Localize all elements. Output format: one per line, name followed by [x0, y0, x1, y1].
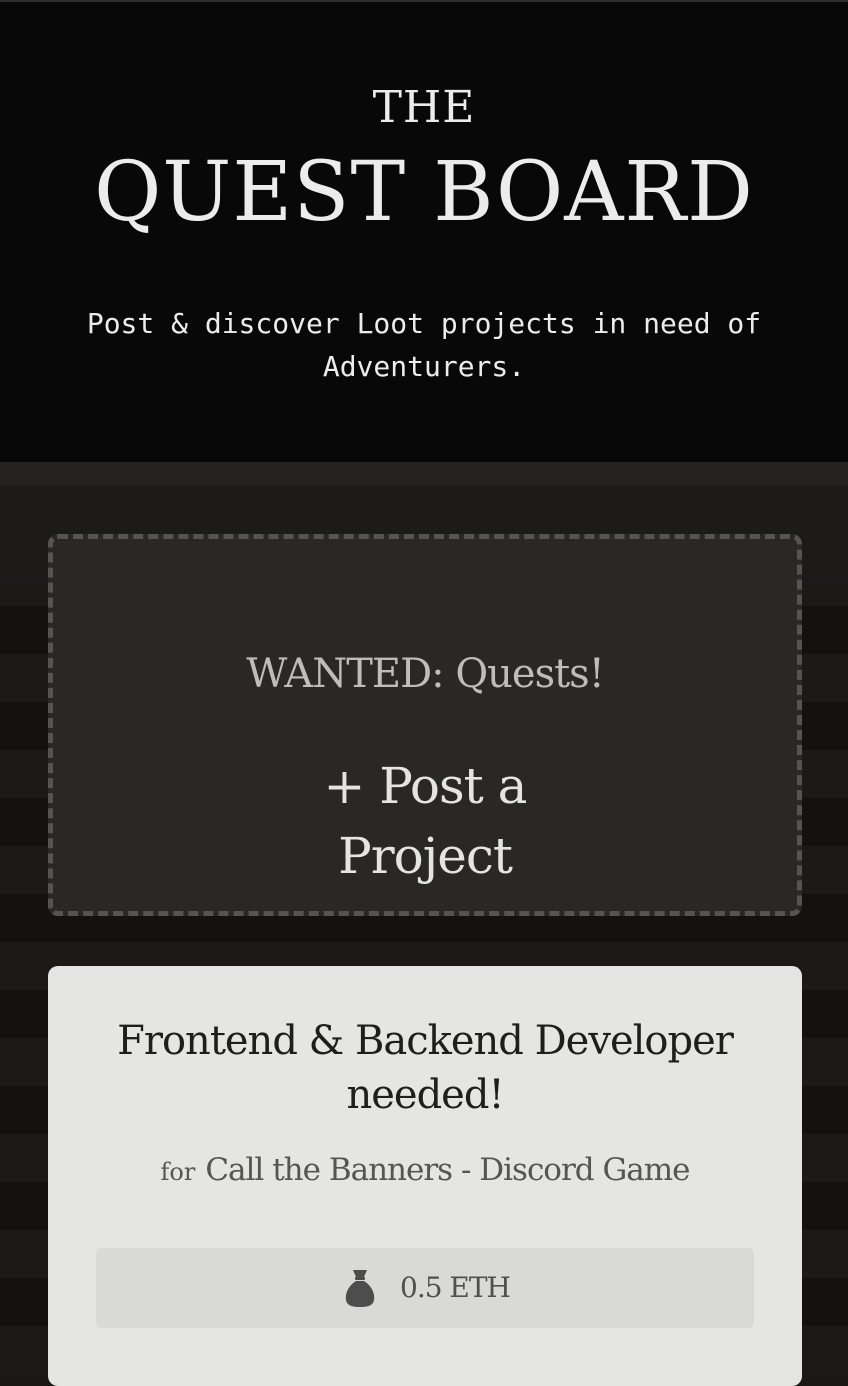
for-label: for [160, 1158, 196, 1186]
site-tagline: Post & discover Loot projects in need of… [86, 307, 762, 383]
page-title: QUEST BOARD [94, 145, 754, 240]
post-project-button[interactable]: + Post a Project [243, 751, 607, 885]
site-header: THE QUEST BOARD Post & discover Loot pro… [0, 0, 848, 462]
quest-project-name: Call the Banners - Discord Game [205, 1152, 690, 1188]
wanted-heading: WANTED: Quests! [246, 651, 605, 697]
quest-card[interactable]: Frontend & Backend Developer needed! for… [48, 966, 802, 1386]
money-bag-icon [345, 1270, 375, 1307]
board-top-strip [0, 462, 848, 486]
post-project-card[interactable]: WANTED: Quests! + Post a Project [48, 534, 802, 916]
reward-amount: 0.5 ETH [400, 1271, 511, 1304]
title-prefix: THE [372, 82, 476, 133]
quest-title[interactable]: Frontend & Backend Developer needed! [88, 1014, 762, 1122]
quest-project-line: for Call the Banners - Discord Game [48, 1152, 802, 1188]
reward-box: 0.5 ETH [96, 1248, 754, 1328]
quest-board: WANTED: Quests! + Post a Project Fronten… [0, 462, 848, 1386]
